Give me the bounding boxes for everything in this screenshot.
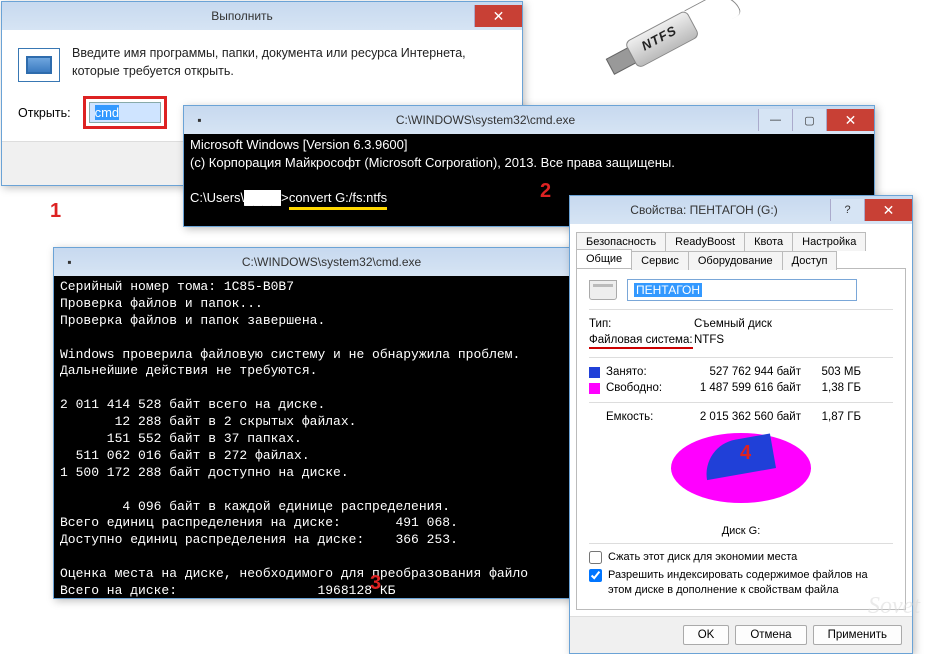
run-description: Введите имя программы, папки, документа … [72, 44, 506, 82]
cancel-button[interactable]: Отмена [735, 625, 806, 645]
capacity-human: 1,87 ГБ [801, 411, 861, 423]
tab-Доступ[interactable]: Доступ [782, 251, 838, 270]
annotation-3: 3 [370, 572, 381, 595]
cmd-icon: ▪ [62, 255, 77, 270]
index-checkbox[interactable]: Разрешить индексировать содержимое файло… [589, 568, 893, 597]
cmd-icon: ▪ [192, 113, 207, 128]
drive-name-input[interactable]: ПЕНТАГОН [627, 279, 857, 301]
disk-label: Диск G: [589, 525, 893, 537]
drive-icon [589, 280, 617, 300]
cmd1-titlebar[interactable]: ▪ C:\WINDOWS\system32\cmd.exe — ▢ ✕ [184, 106, 874, 134]
used-label: Занято: [606, 366, 686, 378]
tab-ReadyBoost[interactable]: ReadyBoost [665, 232, 745, 251]
run-icon [18, 48, 60, 82]
cmd2-body[interactable]: Серийный номер тома: 1C85-B0B7 Проверка … [54, 276, 580, 598]
tabs-row-top: БезопасностьReadyBoostКвотаНастройка [576, 230, 906, 249]
annotation-2: 2 [540, 180, 551, 203]
cmd-window-2: ▪ C:\WINDOWS\system32\cmd.exe Серийный н… [53, 247, 581, 599]
watermark: Sovet [868, 593, 920, 620]
close-icon[interactable]: ✕ [826, 109, 874, 131]
used-bytes: 527 762 944 байт [686, 366, 801, 378]
tab-Оборудование[interactable]: Оборудование [688, 251, 783, 270]
tab-Общие[interactable]: Общие [576, 249, 632, 268]
free-human: 1,38 ГБ [801, 382, 861, 394]
free-bytes: 1 487 599 616 байт [686, 382, 801, 394]
type-label: Тип: [589, 318, 694, 330]
help-icon[interactable]: ? [830, 199, 864, 221]
props-titlebar[interactable]: Свойства: ПЕНТАГОН (G:) ? ✕ [570, 196, 912, 224]
open-label: Открыть: [18, 106, 71, 120]
minimize-icon[interactable]: — [758, 109, 792, 131]
usb-drive-illustration: NTFS [590, 0, 720, 100]
filesystem-label: Файловая система: [589, 334, 693, 349]
capacity-label: Емкость: [606, 411, 686, 423]
run-titlebar[interactable]: Выполнить ✕ [2, 2, 522, 30]
props-title: Свойства: ПЕНТАГОН (G:) [578, 203, 830, 217]
tabs-row-bottom: ОбщиеСервисОборудованиеДоступ [576, 249, 906, 268]
close-icon[interactable]: ✕ [474, 5, 522, 27]
run-input-highlight: cmd [83, 96, 167, 129]
maximize-icon[interactable]: ▢ [792, 109, 826, 131]
used-color-icon [589, 367, 600, 378]
apply-button[interactable]: Применить [813, 625, 902, 645]
capacity-bytes: 2 015 362 560 байт [686, 411, 801, 423]
annotation-4: 4 [740, 442, 751, 465]
filesystem-value: NTFS [694, 334, 724, 349]
cmd2-titlebar[interactable]: ▪ C:\WINDOWS\system32\cmd.exe [54, 248, 580, 276]
free-color-icon [589, 383, 600, 394]
tab-Сервис[interactable]: Сервис [631, 251, 689, 270]
ok-button[interactable]: OK [683, 625, 730, 645]
tab-Квота[interactable]: Квота [744, 232, 793, 251]
cmd2-title: C:\WINDOWS\system32\cmd.exe [83, 255, 580, 269]
free-label: Свободно: [606, 382, 686, 394]
compress-checkbox[interactable]: Сжать этот диск для экономии места [589, 550, 893, 564]
cmd1-title: C:\WINDOWS\system32\cmd.exe [213, 113, 758, 127]
run-input[interactable]: cmd [89, 102, 161, 123]
used-human: 503 МБ [801, 366, 861, 378]
tab-Настройка[interactable]: Настройка [792, 232, 866, 251]
close-icon[interactable]: ✕ [864, 199, 912, 221]
type-value: Съемный диск [694, 318, 772, 330]
properties-dialog: Свойства: ПЕНТАГОН (G:) ? ✕ Безопасность… [569, 195, 913, 654]
annotation-1: 1 [50, 200, 61, 223]
run-title: Выполнить [10, 9, 474, 23]
